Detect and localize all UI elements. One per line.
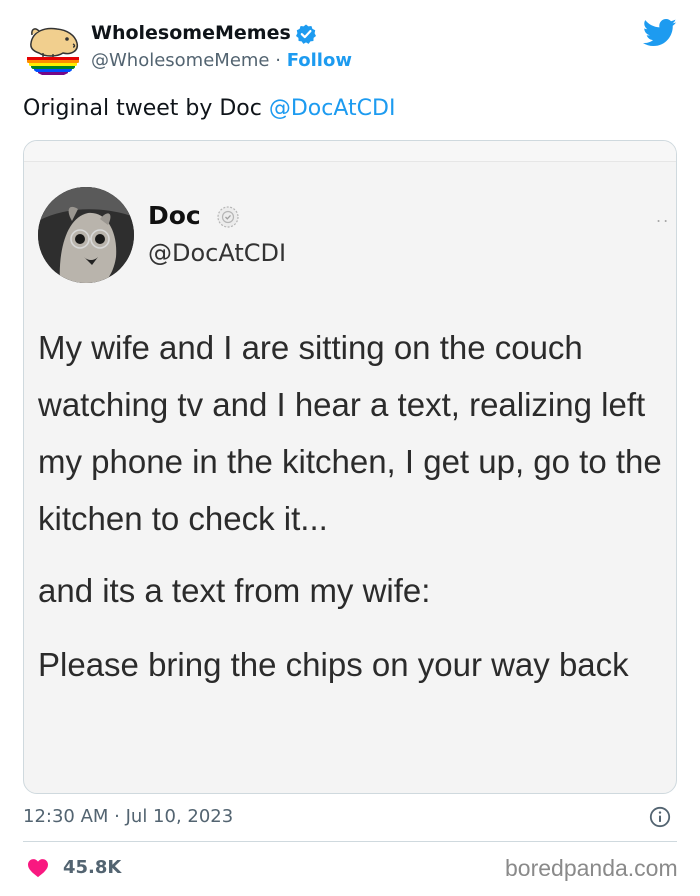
follow-button[interactable]: Follow bbox=[287, 50, 352, 71]
author-handle[interactable]: @WholesomeMeme bbox=[91, 50, 270, 71]
tweet-text-prefix: Original tweet by Doc bbox=[23, 96, 269, 121]
handle-separator: · bbox=[269, 50, 287, 71]
tweet-timestamp[interactable]: 12:30 AM · Jul 10, 2023 bbox=[23, 806, 233, 827]
doc-handle: @DocAtCDI bbox=[148, 239, 287, 267]
verified-badge-icon bbox=[295, 23, 317, 45]
doc-name: Doc bbox=[148, 201, 201, 230]
twitter-bird-icon[interactable] bbox=[642, 18, 677, 48]
doc-tweet-paragraph-3: Please bring the chips on your way back bbox=[38, 646, 629, 683]
card-top-bar bbox=[24, 141, 676, 162]
doc-tweet-paragraph-2: and its a text from my wife: bbox=[38, 572, 431, 609]
tweet-mention-link[interactable]: @DocAtCDI bbox=[269, 96, 396, 121]
heart-icon[interactable] bbox=[27, 858, 49, 878]
author-avatar[interactable] bbox=[23, 17, 83, 77]
tweet-text: Original tweet by Doc @DocAtCDI bbox=[23, 96, 395, 121]
doc-tweet-paragraph-1: My wife and I are sitting on the couch w… bbox=[38, 329, 662, 537]
embedded-tweet-image[interactable]: Doc @DocAtCDI .. My wife and I are sitti… bbox=[23, 140, 677, 794]
footer-divider bbox=[23, 841, 677, 842]
info-icon[interactable] bbox=[649, 806, 671, 828]
like-count[interactable]: 45.8K bbox=[63, 857, 121, 878]
boredpanda-watermark: boredpanda.com bbox=[505, 855, 678, 881]
handle-row: @WholesomeMeme · Follow bbox=[91, 50, 352, 71]
more-dots-icon: .. bbox=[656, 207, 671, 226]
doc-avatar bbox=[38, 187, 134, 283]
doc-badge-icon bbox=[216, 205, 240, 229]
author-display-name[interactable]: WholesomeMemes bbox=[91, 22, 291, 44]
